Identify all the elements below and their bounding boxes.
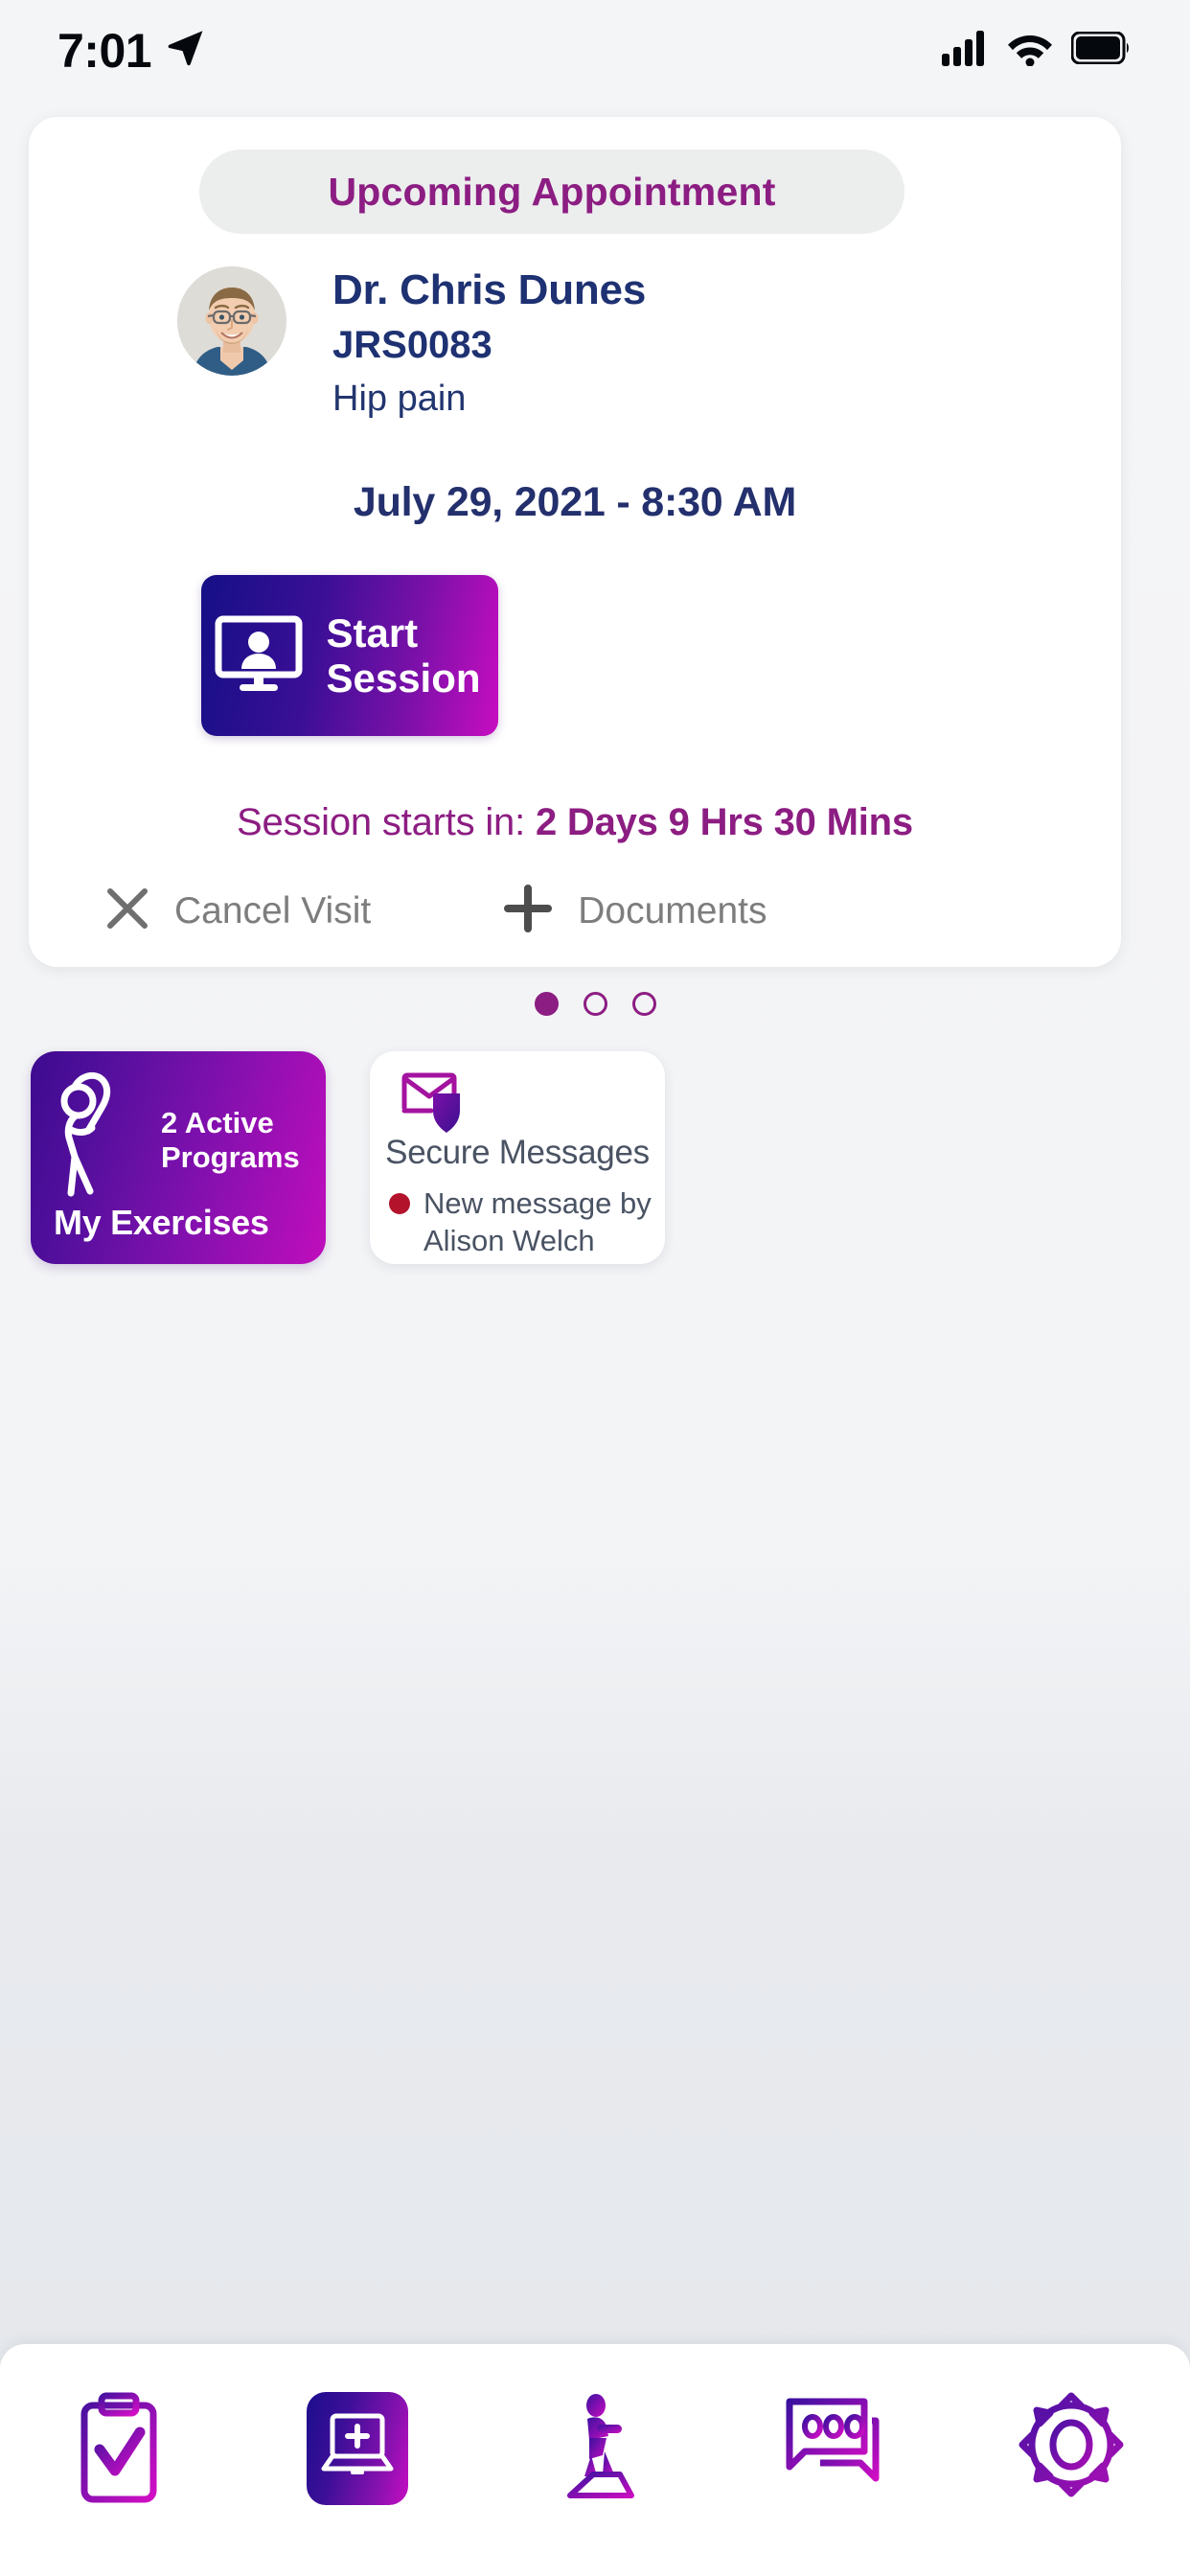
nav-item-visits[interactable] <box>238 2344 475 2505</box>
app-screen: 7:01 Upcoming Appointment Dr. Chris Dune… <box>0 0 1190 2576</box>
my-exercises-title: My Exercises <box>54 1203 269 1242</box>
start-session-label: Start Session <box>326 610 480 702</box>
nav-active-indicator <box>306 2392 408 2505</box>
new-message-text: New message by Alison Welch <box>423 1185 652 1260</box>
badge-label: Upcoming Appointment <box>328 169 776 214</box>
status-bar-left: 7:01 <box>57 23 207 79</box>
exercises-count-line2: Programs <box>161 1139 300 1174</box>
unread-status-dot <box>389 1193 410 1214</box>
secure-envelope-shield-icon <box>393 1065 466 1140</box>
cancel-visit-button[interactable]: Cancel Visit <box>105 884 371 938</box>
battery-full-icon <box>1070 31 1131 69</box>
nav-item-exercises[interactable] <box>476 2344 714 2504</box>
active-programs-count: 2 Active Programs <box>161 1096 300 1174</box>
session-countdown: Session starts in: 2 Days 9 Hrs 30 Mins <box>29 801 1121 844</box>
bottom-navigation <box>0 2344 1190 2576</box>
gear-icon <box>1018 2392 1124 2502</box>
carousel-pagination <box>0 992 1190 1016</box>
start-session-line1: Start <box>326 610 419 656</box>
doctor-row: Dr. Chris Dunes JRS0083 Hip pain <box>177 266 646 424</box>
status-bar-right <box>941 30 1131 71</box>
plus-icon <box>503 884 553 938</box>
laptop-plus-icon <box>316 2411 399 2487</box>
secure-messages-card[interactable]: Secure Messages New message by Alison We… <box>370 1051 665 1264</box>
appointment-card: Upcoming Appointment Dr. Chris Dunes JRS… <box>29 117 1121 967</box>
shortcut-cards: 2 Active Programs My Exercises Secure Me <box>31 1051 1159 1264</box>
new-message-line2: Alison Welch <box>423 1223 595 1257</box>
carousel-dot-1[interactable] <box>534 992 559 1016</box>
exercises-count-line1: 2 Active <box>161 1105 274 1139</box>
exercise-person-icon <box>549 2392 641 2504</box>
new-message-line1: New message by <box>423 1186 652 1220</box>
doctor-id: JRS0083 <box>332 324 492 367</box>
wifi-icon <box>1006 30 1054 71</box>
status-time: 7:01 <box>57 23 152 78</box>
video-session-icon <box>215 615 303 697</box>
clipboard-check-icon <box>79 2392 159 2510</box>
cellular-signal-icon <box>941 30 989 71</box>
carousel-dot-3[interactable] <box>631 992 656 1016</box>
nav-item-messages[interactable] <box>714 2344 951 2498</box>
doctor-info: Dr. Chris Dunes JRS0083 Hip pain <box>332 266 646 424</box>
appointment-actions: Cancel Visit Documents <box>29 884 1121 938</box>
start-session-button[interactable]: Start Session <box>201 575 498 736</box>
nav-item-settings[interactable] <box>952 2344 1190 2502</box>
start-session-line2: Session <box>326 656 481 701</box>
documents-label: Documents <box>578 889 767 932</box>
avatar <box>177 266 286 376</box>
countdown-label: Session starts in: <box>237 801 536 843</box>
close-x-icon <box>105 886 149 935</box>
cancel-visit-label: Cancel Visit <box>174 889 372 932</box>
nav-item-checklist[interactable] <box>0 2344 238 2510</box>
my-exercises-card[interactable]: 2 Active Programs My Exercises <box>31 1051 326 1264</box>
exercises-card-top: 2 Active Programs <box>31 1051 326 1204</box>
carousel-dot-2[interactable] <box>583 992 607 1016</box>
stretching-person-icon <box>46 1067 153 1204</box>
upcoming-appointment-badge: Upcoming Appointment <box>199 150 904 234</box>
countdown-value: 2 Days 9 Hrs 30 Mins <box>535 801 913 843</box>
doctor-name: Dr. Chris Dunes <box>332 266 647 313</box>
appointment-datetime: July 29, 2021 - 8:30 AM <box>353 479 797 525</box>
chat-bubbles-icon <box>780 2392 885 2498</box>
documents-button[interactable]: Documents <box>503 884 767 938</box>
secure-messages-title: Secure Messages <box>385 1134 650 1171</box>
status-bar: 7:01 <box>0 0 1190 101</box>
appointment-reason: Hip pain <box>332 379 467 420</box>
location-arrow-icon <box>165 27 207 74</box>
new-message-notice: New message by Alison Welch <box>389 1185 652 1260</box>
